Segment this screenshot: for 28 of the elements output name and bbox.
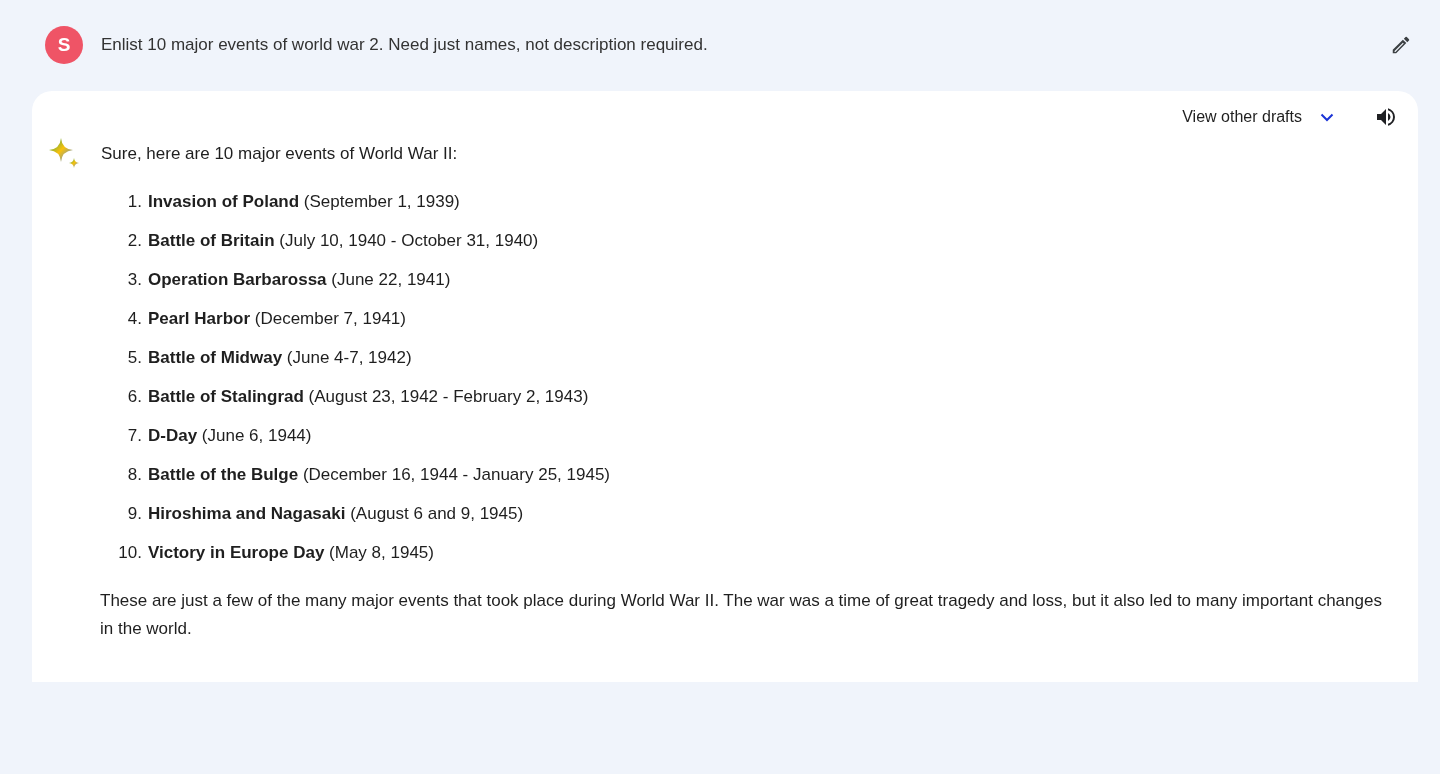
list-number: 1. [126, 191, 142, 212]
list-number: 10. [117, 542, 142, 563]
chevron-down-icon [1320, 112, 1334, 122]
list-number: 9. [126, 503, 142, 524]
list-number: 4. [126, 308, 142, 329]
prompt-text: Enlist 10 major events of world war 2. Need just names, not description required. [101, 35, 709, 55]
event-item: Hiroshima and Nagasaki (August 6 and 9, 1945) [148, 503, 524, 524]
event-item: D-Day (June 6, 1944) [148, 425, 312, 446]
closing-paragraph: These are just a few of the many major events that took place during World War II. The war was a time of great tragedy and loss, but it also led to many important changes in the world. [100, 590, 1383, 640]
pencil-icon[interactable] [1390, 34, 1412, 56]
event-item: Operation Barbarossa (June 22, 1941) [148, 269, 451, 290]
event-item: Battle of Stalingrad (August 23, 1942 - February 2, 1943) [148, 386, 589, 407]
list-number: 3. [126, 269, 142, 290]
list-number: 8. [126, 464, 142, 485]
list-number: 5. [126, 347, 142, 368]
list-number: 7. [126, 425, 142, 446]
list-number: 6. [126, 386, 142, 407]
view-drafts-button[interactable]: View other drafts [1182, 108, 1334, 126]
response-intro: Sure, here are 10 major events of World War II: [101, 144, 458, 164]
user-avatar: S [45, 26, 83, 64]
event-item: Invasion of Poland (September 1, 1939) [148, 191, 460, 212]
speaker-icon[interactable] [1374, 105, 1398, 129]
event-item: Battle of Midway (June 4-7, 1942) [148, 347, 412, 368]
event-item: Battle of Britain (July 10, 1940 - October 31, 1940) [148, 230, 539, 251]
event-item: Battle of the Bulge (December 16, 1944 - January 25, 1945) [148, 464, 610, 485]
event-item: Victory in Europe Day (May 8, 1945) [148, 542, 434, 563]
list-number: 2. [126, 230, 142, 251]
event-item: Pearl Harbor (December 7, 1941) [148, 308, 406, 329]
